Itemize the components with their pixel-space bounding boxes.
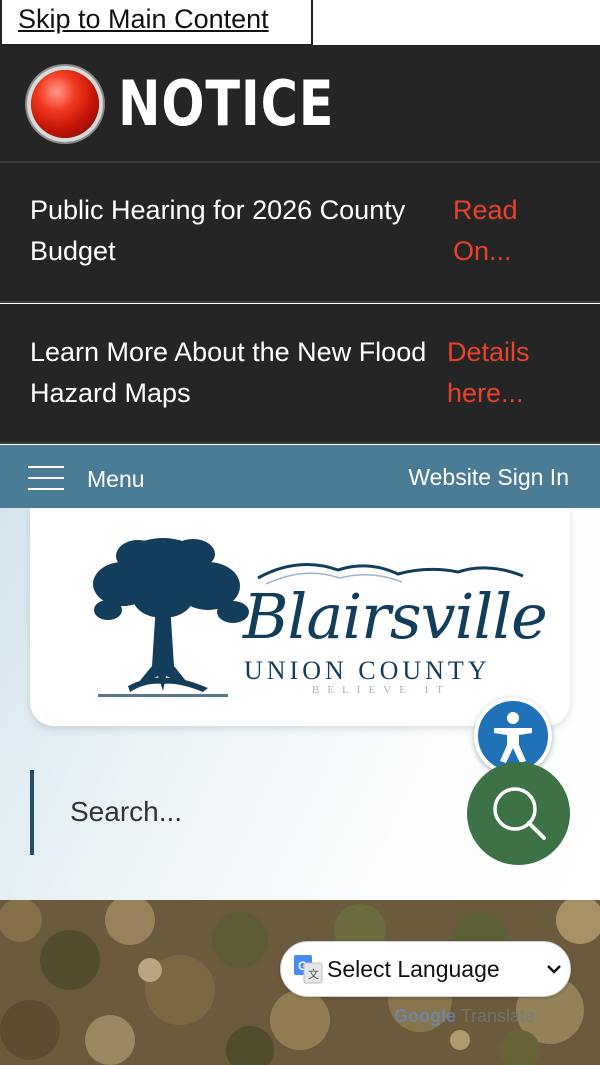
translate-text: Translate xyxy=(460,1006,536,1026)
google-translate-icon: G 文 xyxy=(294,955,323,984)
search-button[interactable] xyxy=(467,762,570,865)
menu-button-label[interactable]: Menu xyxy=(87,466,145,493)
notice-item: Public Hearing for 2026 County Budget Re… xyxy=(0,163,600,303)
notice-title: NOTICE xyxy=(118,67,335,140)
site-logo[interactable]: Blairsville UNION COUNTY BELIEVE IT xyxy=(30,508,570,726)
search-input[interactable] xyxy=(70,796,430,828)
website-sign-in-link[interactable]: Website Sign In xyxy=(408,464,569,491)
notice-item-text: Learn More About the New Flood Hazard Ma… xyxy=(30,337,427,408)
google-brand-text: Google xyxy=(394,1006,456,1026)
notice-item-text: Public Hearing for 2026 County Budget xyxy=(30,195,406,266)
notice-item: Learn More About the New Flood Hazard Ma… xyxy=(0,304,600,444)
chevron-down-icon xyxy=(547,965,561,974)
nav-bar: Menu Website Sign In xyxy=(0,445,600,508)
notice-light-icon xyxy=(31,70,99,138)
svg-text:文: 文 xyxy=(308,967,319,981)
logo-county-text: UNION COUNTY xyxy=(244,656,491,685)
language-select-label: Select Language xyxy=(327,956,500,982)
search-icon xyxy=(493,787,546,840)
language-select[interactable]: G 文 Select Language xyxy=(280,941,571,997)
hero-section: Blairsville UNION COUNTY BELIEVE IT xyxy=(0,508,600,900)
notice-header: NOTICE xyxy=(0,45,600,163)
skip-to-main-content-link[interactable]: Skip to Main Content xyxy=(0,0,313,46)
hamburger-icon[interactable] xyxy=(28,466,64,490)
logo-tagline: BELIEVE IT xyxy=(312,684,451,696)
powered-by-google-translate[interactable]: Google Translate xyxy=(394,1006,535,1027)
notice-details-link[interactable]: Details here... xyxy=(447,332,557,414)
logo-script-text: Blairsville xyxy=(243,580,548,653)
notice-read-on-link[interactable]: Read On... xyxy=(453,190,553,272)
search-bar xyxy=(30,770,440,855)
